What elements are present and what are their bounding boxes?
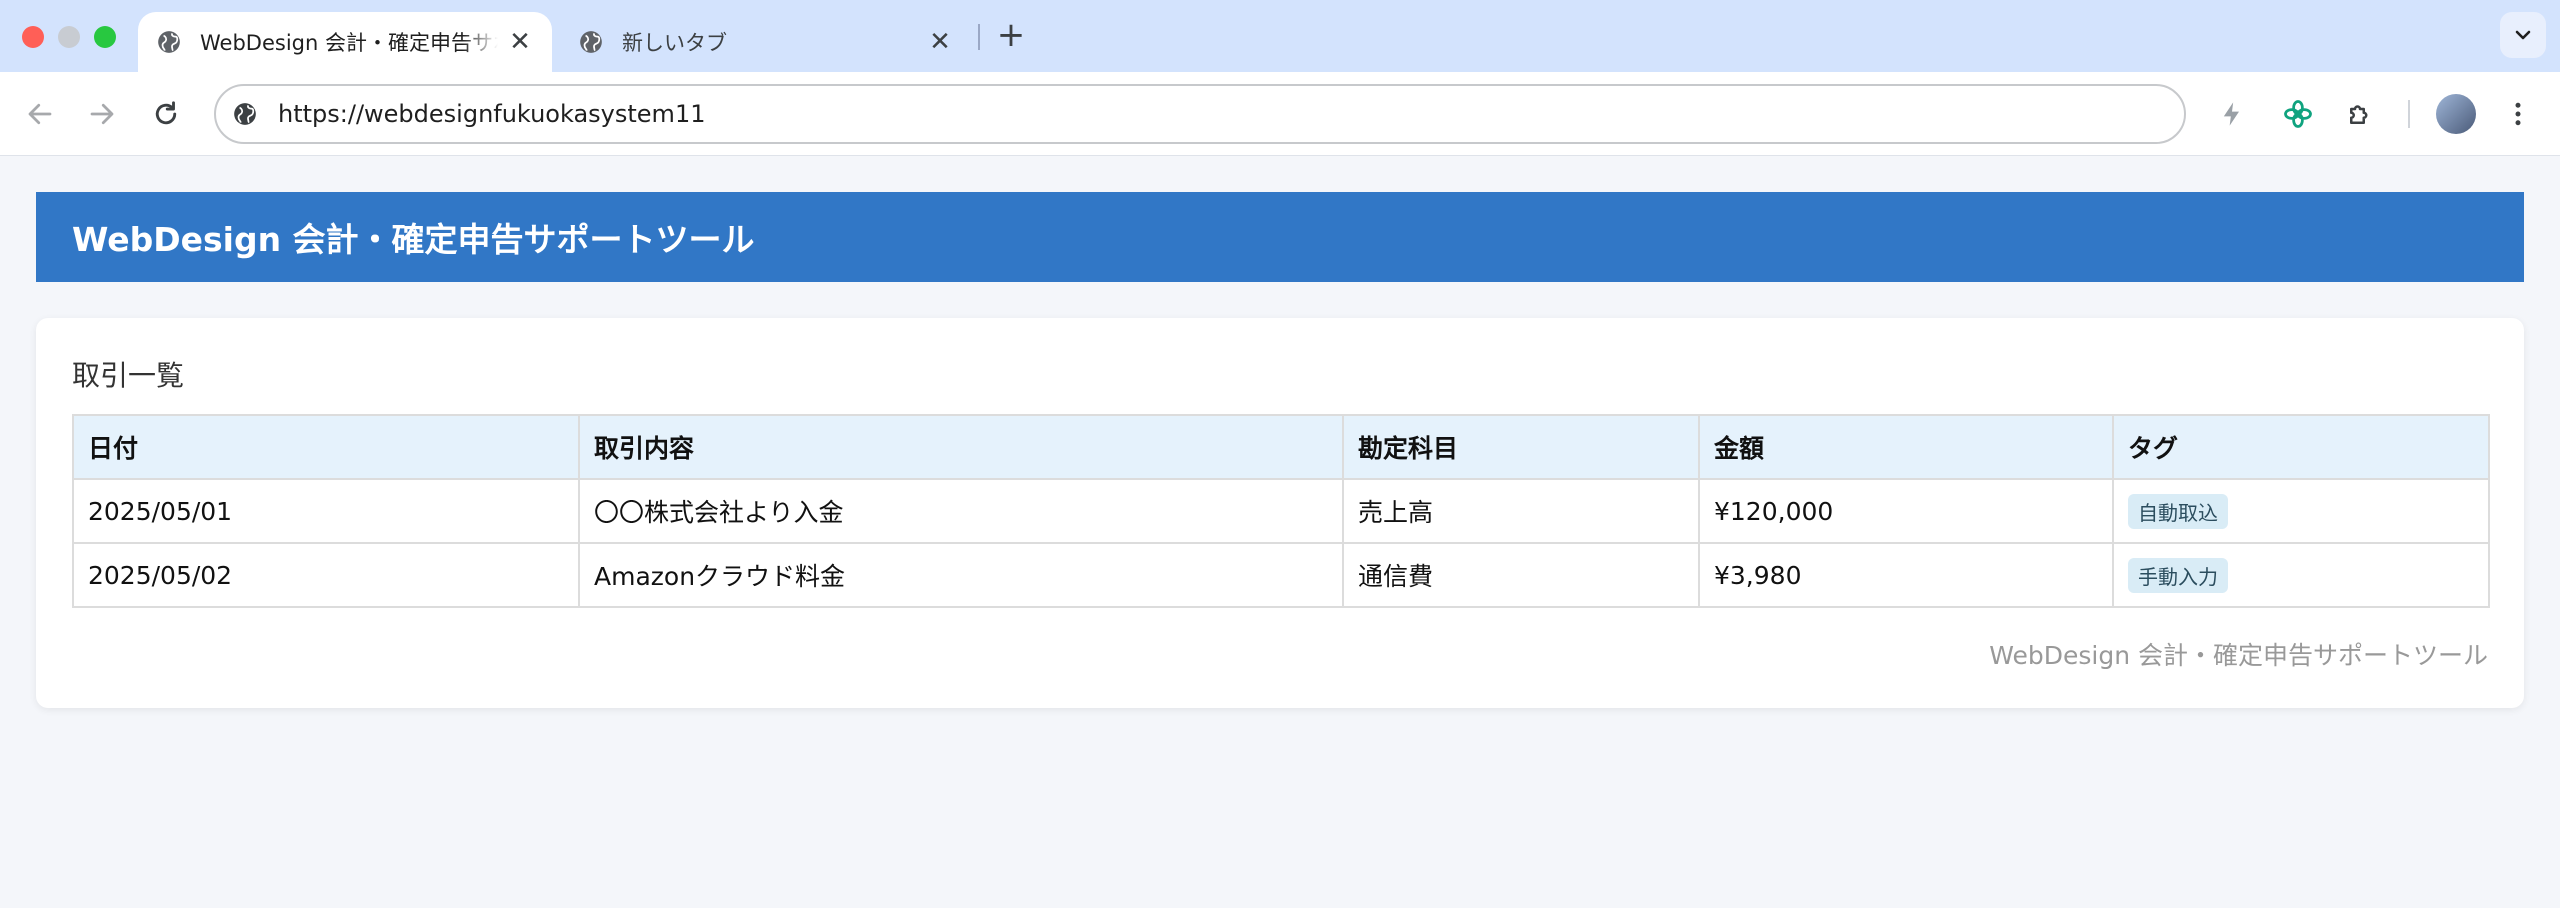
table-row: 2025/05/01 〇〇株式会社より入金 売上高 ¥120,000 自動取込 — [72, 478, 2490, 544]
tag-badge: 自動取込 — [2128, 493, 2228, 529]
tag-badge: 手動入力 — [2128, 557, 2228, 593]
section-title: 取引一覧 — [72, 359, 185, 392]
column-header-tag: タグ — [2112, 414, 2490, 480]
menu-button[interactable] — [2500, 96, 2536, 132]
column-header-amount: 金額 — [1698, 414, 2114, 480]
forward-button[interactable] — [82, 94, 122, 134]
tab-search-button[interactable] — [2500, 12, 2546, 58]
lightning-icon — [2223, 102, 2239, 126]
window-close-button[interactable] — [22, 26, 44, 48]
app-header: WebDesign 会計・確定申告サポートツール — [36, 192, 2524, 282]
column-header-description: 取引内容 — [578, 414, 1344, 480]
cell-account: 通信費 — [1342, 542, 1700, 608]
transactions-table: 日付 取引内容 勘定科目 金額 タグ 2025/05/01 〇〇株式会社より入金… — [72, 414, 2490, 608]
transactions-card: 取引一覧 日付 取引内容 勘定科目 金額 タグ 2025/05/01 〇〇株式会… — [36, 318, 2524, 708]
lightning-extension-button[interactable] — [2214, 96, 2250, 132]
puzzle-icon — [2350, 105, 2368, 124]
extensions-button[interactable] — [2342, 96, 2378, 132]
chatgpt-extension-button[interactable] — [2280, 96, 2316, 132]
window-maximize-button[interactable] — [94, 26, 116, 48]
window-minimize-button[interactable] — [58, 26, 80, 48]
toolbar-divider — [2408, 100, 2410, 128]
tab-divider — [978, 24, 980, 50]
arrow-left-icon — [28, 103, 52, 125]
tab-title: 新しいタブ — [622, 31, 727, 55]
cell-tag: 自動取込 — [2112, 478, 2490, 544]
reload-icon — [155, 101, 177, 125]
tab-new-tab[interactable]: 新しいタブ ✕ — [556, 12, 976, 72]
more-vertical-icon — [2515, 102, 2521, 126]
close-tab-icon[interactable]: ✕ — [926, 28, 954, 56]
column-header-account: 勘定科目 — [1342, 414, 1700, 480]
cell-date: 2025/05/01 — [72, 478, 580, 544]
globe-icon — [580, 31, 602, 53]
back-button[interactable] — [20, 94, 60, 134]
close-tab-icon[interactable]: ✕ — [506, 28, 534, 56]
cell-tag: 手動入力 — [2112, 542, 2490, 608]
flower-icon — [2284, 100, 2312, 128]
table-row: 2025/05/02 Amazonクラウド料金 通信費 ¥3,980 手動入力 — [72, 542, 2490, 608]
tab-webdesign[interactable]: WebDesign 会計・確定申告サポートツール ✕ — [138, 12, 552, 72]
reload-button[interactable] — [146, 94, 186, 134]
cell-amount: ¥3,980 — [1698, 542, 2114, 608]
tab-title: WebDesign 会計・確定申告サポートツール — [200, 31, 498, 55]
cell-description: Amazonクラウド料金 — [578, 542, 1344, 608]
browser-toolbar: https://webdesignfukuokasystem11 — [0, 72, 2560, 156]
app-title: WebDesign 会計・確定申告サポートツール — [72, 220, 755, 259]
address-bar[interactable]: https://webdesignfukuokasystem11 — [214, 84, 2186, 144]
profile-avatar[interactable] — [2436, 94, 2476, 134]
cell-date: 2025/05/02 — [72, 542, 580, 608]
cell-description: 〇〇株式会社より入金 — [578, 478, 1344, 544]
arrow-right-icon — [90, 103, 114, 125]
globe-icon — [234, 103, 256, 125]
globe-icon — [158, 31, 180, 53]
chevron-down-icon — [2515, 30, 2531, 40]
url-text: https://webdesignfukuokasystem11 — [278, 100, 706, 128]
tab-strip: WebDesign 会計・確定申告サポートツール ✕ 新しいタブ ✕ + — [0, 0, 2560, 72]
table-header-row: 日付 取引内容 勘定科目 金額 タグ — [72, 414, 2490, 480]
cell-account: 売上高 — [1342, 478, 1700, 544]
cell-amount: ¥120,000 — [1698, 478, 2114, 544]
new-tab-button[interactable]: + — [994, 18, 1028, 52]
footer-note: WebDesign 会計・確定申告サポートツール — [1989, 641, 2488, 670]
column-header-date: 日付 — [72, 414, 580, 480]
